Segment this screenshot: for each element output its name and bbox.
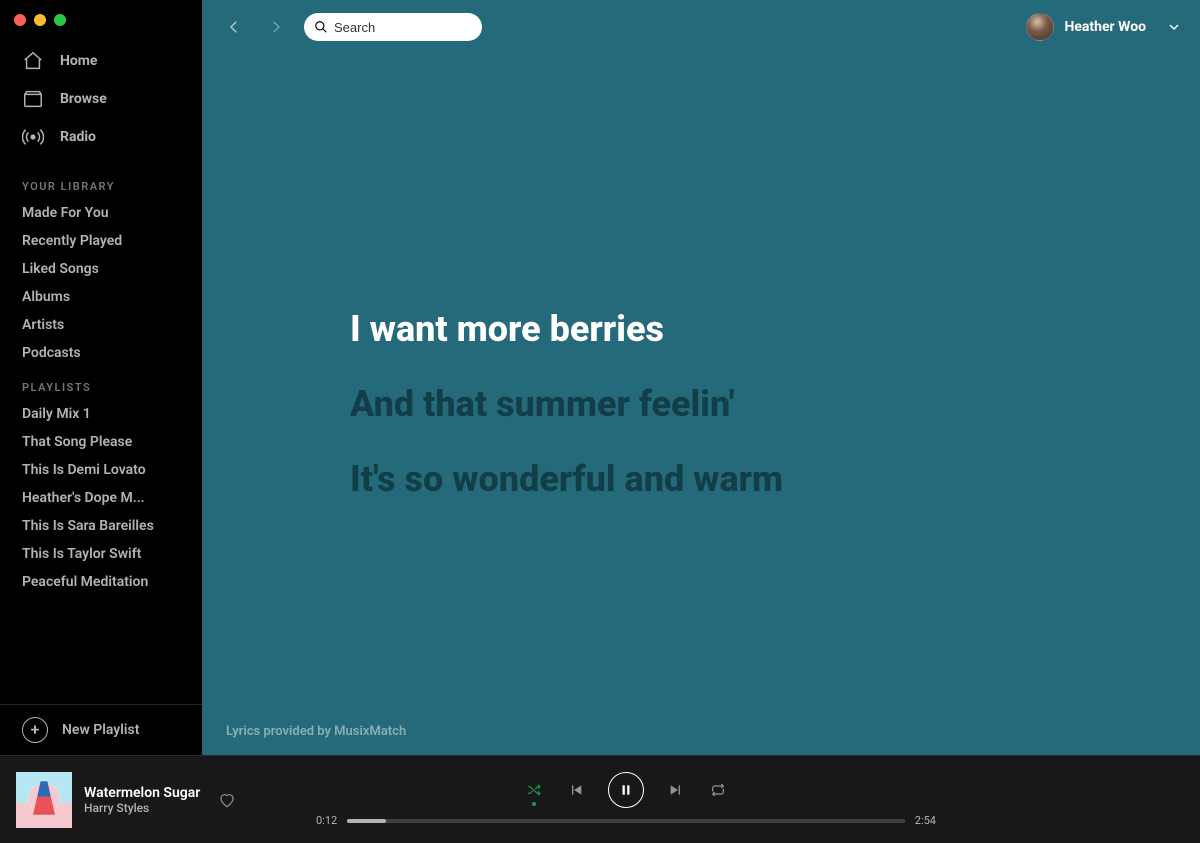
progress-bar[interactable] [347, 819, 905, 823]
library-item[interactable]: Liked Songs [0, 255, 202, 283]
library-list: Made For You Recently Played Liked Songs… [0, 199, 202, 367]
user-menu[interactable]: Heather Woo [1026, 13, 1182, 41]
play-pause-button[interactable] [608, 772, 644, 808]
app-window: Home Browse Radio YOUR LIBRARY [0, 0, 1200, 843]
player-controls: 0:12 2:54 [316, 772, 936, 827]
user-name: Heather Woo [1064, 19, 1146, 35]
browse-icon [22, 88, 44, 110]
topbar: Heather Woo [202, 0, 1200, 54]
new-playlist-button[interactable]: + New Playlist [0, 704, 202, 755]
lyrics-view: Heather Woo I want more berries And that… [202, 0, 1200, 755]
nav-label: Browse [60, 91, 107, 107]
lyric-line-upcoming: It's so wonderful and warm [350, 458, 1200, 501]
player-right-controls [936, 791, 1200, 809]
sidebar: Home Browse Radio YOUR LIBRARY [0, 0, 202, 755]
nav-back-button[interactable] [220, 13, 248, 41]
track-artist[interactable]: Harry Styles [84, 801, 200, 815]
playlist-item[interactable]: Peaceful Meditation [0, 568, 202, 596]
lyric-line-current: I want more berries [350, 308, 1200, 351]
main-area: Home Browse Radio YOUR LIBRARY [0, 0, 1200, 755]
playlist-item[interactable]: This Is Sara Bareilles [0, 512, 202, 540]
plus-icon: + [22, 717, 48, 743]
sidebar-scroll[interactable]: YOUR LIBRARY Made For You Recently Playe… [0, 166, 202, 704]
window-traffic-lights [0, 0, 202, 34]
window-minimize-button[interactable] [34, 14, 46, 26]
lyric-line-upcoming: And that summer feelin' [350, 383, 1200, 426]
nav-radio[interactable]: Radio [0, 118, 202, 156]
playlists-list: Daily Mix 1 That Song Please This Is Dem… [0, 400, 202, 596]
like-button[interactable] [218, 791, 236, 809]
search-container[interactable] [304, 13, 482, 41]
track-title[interactable]: Watermelon Sugar [84, 785, 200, 801]
library-item[interactable]: Podcasts [0, 339, 202, 367]
nav-browse[interactable]: Browse [0, 80, 202, 118]
user-avatar [1026, 13, 1054, 41]
radio-icon [22, 126, 44, 148]
next-track-button[interactable] [666, 780, 686, 800]
progress-fill [347, 819, 386, 823]
playlist-item[interactable]: Daily Mix 1 [0, 400, 202, 428]
now-playing: Watermelon Sugar Harry Styles [16, 772, 316, 828]
search-icon [314, 20, 328, 34]
library-section-title: YOUR LIBRARY [0, 166, 202, 199]
repeat-button[interactable] [708, 780, 728, 800]
shuffle-button[interactable] [524, 780, 544, 800]
nav-label: Home [60, 53, 97, 69]
library-item[interactable]: Albums [0, 283, 202, 311]
shuffle-active-indicator [532, 802, 536, 806]
album-cover[interactable] [16, 772, 72, 828]
now-playing-text: Watermelon Sugar Harry Styles [84, 785, 200, 815]
elapsed-time: 0:12 [316, 814, 337, 827]
nav-label: Radio [60, 129, 96, 145]
nav-forward-button[interactable] [262, 13, 290, 41]
library-item[interactable]: Artists [0, 311, 202, 339]
progress-row: 0:12 2:54 [316, 814, 936, 827]
playlist-item[interactable]: Heather's Dope M... [0, 484, 202, 512]
playlist-item[interactable]: This Is Taylor Swift [0, 540, 202, 568]
player-bar: Watermelon Sugar Harry Styles [0, 755, 1200, 843]
window-maximize-button[interactable] [54, 14, 66, 26]
new-playlist-label: New Playlist [62, 722, 139, 738]
playlist-item[interactable]: This Is Demi Lovato [0, 456, 202, 484]
previous-track-button[interactable] [566, 780, 586, 800]
lyrics-container: I want more berries And that summer feel… [202, 54, 1200, 755]
duration-time: 2:54 [915, 814, 936, 827]
playlists-section-title: PLAYLISTS [0, 367, 202, 400]
nav-home[interactable]: Home [0, 42, 202, 80]
playlist-item[interactable]: That Song Please [0, 428, 202, 456]
control-buttons-row [524, 772, 728, 808]
library-item[interactable]: Recently Played [0, 227, 202, 255]
chevron-down-icon [1166, 19, 1182, 35]
library-item[interactable]: Made For You [0, 199, 202, 227]
primary-nav: Home Browse Radio [0, 34, 202, 166]
window-close-button[interactable] [14, 14, 26, 26]
home-icon [22, 50, 44, 72]
lyrics-attribution: Lyrics provided by MusixMatch [226, 724, 406, 739]
search-input[interactable] [334, 20, 510, 35]
